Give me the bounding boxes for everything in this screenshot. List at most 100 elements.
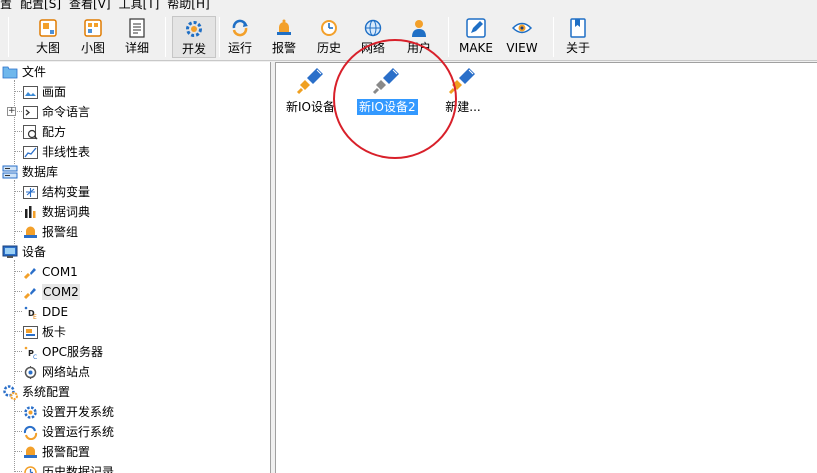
history-label: 历史 <box>316 41 341 55</box>
toolbar-separator <box>165 17 166 57</box>
tree-group-database[interactable]: 数据库 <box>2 162 58 182</box>
menu-item-partial[interactable]: 置 <box>0 0 16 11</box>
dde-icon: DE <box>22 304 38 320</box>
tree-item-label: 板卡 <box>42 325 67 339</box>
command-icon <box>22 104 38 120</box>
tree-line <box>14 191 22 192</box>
folder-icon <box>2 64 18 80</box>
tree-line <box>14 91 22 92</box>
tree-group-system-config[interactable]: 系统配置 <box>2 382 70 402</box>
tree-item-command-language[interactable]: 命令语言 <box>22 102 90 122</box>
device-list-view[interactable]: 新IO设备 新IO设备2 新建... <box>275 62 817 473</box>
tree-item-dev-system-settings[interactable]: 设置开发系统 <box>22 402 114 422</box>
tree-item-alarm-config[interactable]: 报警配置 <box>22 442 90 462</box>
network-button[interactable]: 网络 <box>357 16 389 58</box>
large-icons-button[interactable]: 大图 <box>30 16 66 58</box>
toolbar-separator <box>8 17 9 57</box>
device-item-selected[interactable]: 新IO设备2 <box>357 63 418 115</box>
tree-item-dde[interactable]: DE DDE <box>22 302 68 322</box>
alarm-button[interactable]: 报警 <box>268 16 300 58</box>
plug-icon <box>22 264 38 280</box>
menu-help[interactable]: 帮助[H] <box>163 0 213 11</box>
make-label: MAKE <box>458 41 493 55</box>
tree-item-board-card[interactable]: 板卡 <box>22 322 66 342</box>
develop-button[interactable]: 开发 <box>172 16 216 58</box>
tree-item-data-dictionary[interactable]: 数据词典 <box>22 202 90 222</box>
tree-group-label: 数据库 <box>22 165 59 179</box>
alarm-label: 报警 <box>271 41 296 55</box>
tree-line <box>14 151 22 152</box>
tree-item-alarm-group[interactable]: 报警组 <box>22 222 78 242</box>
tree-item-recipe[interactable]: 配方 <box>22 122 66 142</box>
tree-group-label: 文件 <box>22 65 47 79</box>
tree-item-struct-variable[interactable]: 结构变量 <box>22 182 90 202</box>
tree-line <box>14 371 22 372</box>
about-button[interactable]: 关于 <box>562 16 594 58</box>
tree-item-label: 报警配置 <box>42 445 91 459</box>
details-button[interactable]: 详细 <box>120 16 154 58</box>
menu-config[interactable]: 配置[S] <box>16 0 65 11</box>
alarm-bell-icon <box>273 17 295 39</box>
menu-view[interactable]: 查看[V] <box>65 0 115 11</box>
tree-item-label: COM2 <box>42 284 80 300</box>
details-icon <box>126 17 148 39</box>
user-button[interactable]: 用户 <box>402 16 436 58</box>
history-button[interactable]: 历史 <box>313 16 345 58</box>
tree-item-com2[interactable]: COM2 <box>22 282 80 302</box>
project-tree[interactable]: 文件 画面 + 命令语言 配方 非线性表 数据库 结构变量 数据词典 报警组 设… <box>0 62 271 473</box>
history-clock-icon <box>318 17 340 39</box>
tree-line <box>14 291 22 292</box>
tree-line <box>14 471 22 472</box>
device-item-new[interactable]: 新建... <box>443 63 483 115</box>
user-icon <box>408 17 430 39</box>
tree-item-opc-server[interactable]: PC OPC服务器 <box>22 342 103 362</box>
device-monitor-icon <box>2 244 18 260</box>
small-icons-label: 小图 <box>80 41 105 55</box>
device-label: 新建... <box>445 100 481 114</box>
tree-group-label: 设备 <box>22 245 47 259</box>
tree-item-label: DDE <box>42 305 69 319</box>
make-button[interactable]: MAKE <box>456 16 496 58</box>
system-config-icon <box>2 384 18 400</box>
svg-text:E: E <box>33 314 37 320</box>
tree-item-label: 数据词典 <box>42 205 91 219</box>
device-plug-icon <box>291 63 331 99</box>
tree-item-nonlinear-table[interactable]: 非线性表 <box>22 142 90 162</box>
view-label: VIEW <box>506 41 538 55</box>
tree-item-screens[interactable]: 画面 <box>22 82 66 102</box>
device-plug-icon <box>443 63 483 99</box>
tree-group-devices[interactable]: 设备 <box>2 242 46 262</box>
tree-line <box>14 411 22 412</box>
tree-item-label: 设置运行系统 <box>42 425 115 439</box>
tree-group-label: 系统配置 <box>22 385 71 399</box>
large-icons-icon <box>37 17 59 39</box>
tree-line <box>14 431 22 432</box>
expand-toggle[interactable]: + <box>7 107 16 116</box>
device-item[interactable]: 新IO设备 <box>284 63 337 115</box>
tree-line <box>14 260 15 384</box>
screen-image-icon <box>22 84 38 100</box>
tree-line <box>14 331 22 332</box>
run-label: 运行 <box>227 41 252 55</box>
nonlinear-chart-icon <box>22 144 38 160</box>
tree-group-file[interactable]: 文件 <box>2 62 46 82</box>
tree-item-label: OPC服务器 <box>42 345 104 359</box>
data-dictionary-icon <box>22 204 38 220</box>
make-pencil-icon <box>465 17 487 39</box>
board-card-icon <box>22 324 38 340</box>
recipe-icon <box>22 124 38 140</box>
small-icons-button[interactable]: 小图 <box>76 16 110 58</box>
view-button[interactable]: VIEW <box>503 16 541 58</box>
tree-item-network-station[interactable]: 网络站点 <box>22 362 90 382</box>
tree-item-com1[interactable]: COM1 <box>22 262 78 282</box>
menu-tools[interactable]: 工具[T] <box>115 0 164 11</box>
tree-line <box>14 311 22 312</box>
tree-item-history-record[interactable]: 历史数据记录 <box>22 462 114 473</box>
tree-item-label: 命令语言 <box>42 105 91 119</box>
toolbar-separator <box>553 17 554 57</box>
tree-item-run-system-settings[interactable]: 设置运行系统 <box>22 422 114 442</box>
network-globe-icon <box>362 17 384 39</box>
toolbar-separator <box>219 17 220 57</box>
run-button[interactable]: 运行 <box>224 16 256 58</box>
database-icon <box>2 164 18 180</box>
